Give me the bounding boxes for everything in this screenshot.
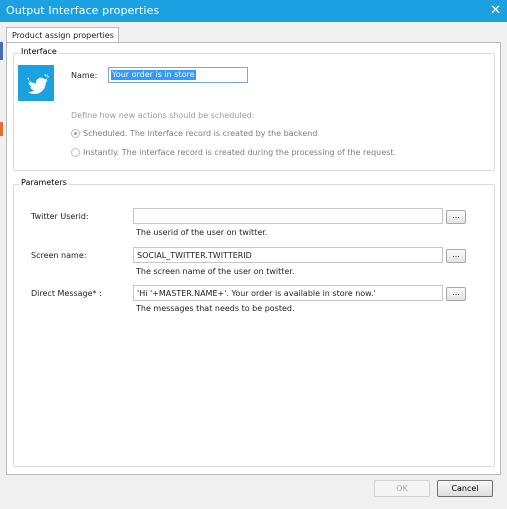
twitter-userid-label: Twitter Userid:: [31, 212, 89, 221]
interface-group-label: Interface: [19, 47, 59, 56]
parameters-group: [13, 184, 495, 467]
tab-label: Product assign properties: [12, 31, 114, 40]
direct-message-input[interactable]: 'Hi '+MASTER.NAME+'. Your order is avail…: [133, 285, 443, 301]
name-label: Name:: [71, 71, 98, 80]
screen-name-value: SOCIAL_TWITTER.TWITTERID: [137, 251, 252, 260]
scheduled-option[interactable]: Scheduled. The interface record is creat…: [71, 129, 317, 138]
parameters-group-label: Parameters: [19, 178, 69, 187]
window-title: Output Interface properties: [6, 4, 160, 17]
instantly-radio[interactable]: [71, 148, 80, 157]
direct-message-value: 'Hi '+MASTER.NAME+'. Your order is avail…: [137, 289, 376, 298]
name-input-value: Your order is in store: [111, 70, 196, 80]
twitter-userid-description: The userid of the user on twitter.: [136, 228, 268, 237]
background-marker: [0, 42, 3, 60]
title-bar: Output Interface properties ✕: [0, 0, 507, 22]
cancel-button[interactable]: Cancel: [437, 480, 493, 497]
twitter-userid-browse-button[interactable]: ...: [446, 210, 466, 224]
direct-message-browse-button[interactable]: ...: [446, 287, 466, 301]
twitter-userid-input[interactable]: [133, 208, 443, 224]
schedule-hint: Define how new actions should be schedul…: [71, 111, 255, 120]
screen-name-label: Screen name:: [31, 251, 87, 260]
scheduled-radio[interactable]: [71, 129, 80, 138]
screen-name-description: The screen name of the user on twitter.: [136, 267, 295, 276]
scheduled-option-label: Scheduled. The interface record is creat…: [83, 129, 318, 138]
direct-message-label: Direct Message* :: [31, 289, 102, 298]
close-icon[interactable]: ✕: [490, 3, 501, 18]
name-input[interactable]: Your order is in store: [108, 67, 248, 83]
ok-button[interactable]: OK: [374, 480, 430, 497]
background-marker: [0, 122, 3, 136]
instantly-option[interactable]: Instantly. The interface record is creat…: [71, 148, 396, 157]
direct-message-description: The messages that needs to be posted.: [136, 304, 295, 313]
twitter-icon: [18, 65, 54, 101]
background-window-edge: [0, 22, 3, 162]
screen-name-browse-button[interactable]: ...: [446, 249, 466, 263]
screen-name-input[interactable]: SOCIAL_TWITTER.TWITTERID: [133, 247, 443, 263]
instantly-option-label: Instantly. The interface record is creat…: [83, 148, 396, 157]
